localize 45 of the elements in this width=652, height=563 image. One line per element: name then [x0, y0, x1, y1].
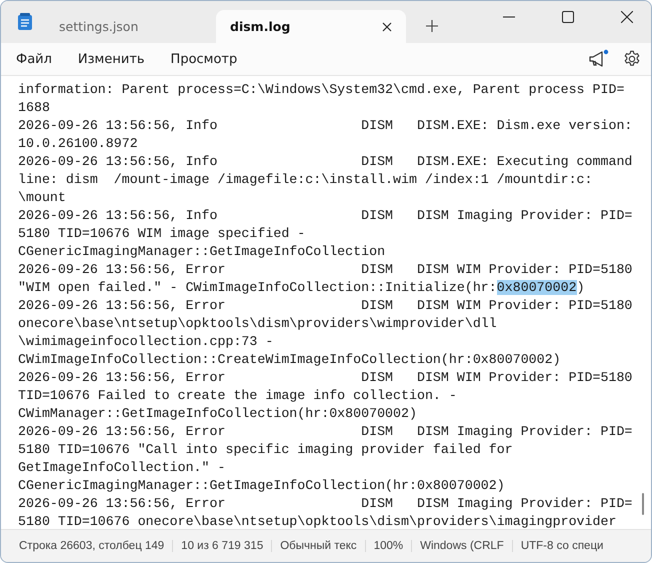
file-tab[interactable]: dism.log — [216, 10, 406, 43]
log-line: onecore\base\ntsetup\opktools\dism\providers\wimprovider\dll — [18, 315, 497, 333]
status-item: Строка 26603, столбец 149 — [11, 540, 174, 552]
log-line: 2026-09-26 13:56:56, Error DISM DISM WIM Provider: PID=5180 — [18, 297, 632, 315]
log-line: 10.0.26100.8972 — [18, 135, 138, 153]
megaphone-icon[interactable] — [587, 49, 609, 69]
status-item: Windows (CRLF — [412, 540, 513, 552]
log-line: GetImageInfoCollection." - — [18, 459, 226, 477]
status-item: 10 из 6 719 315 — [173, 540, 272, 552]
log-line: CGenericImagingManager::GetImageInfoCollection — [18, 243, 386, 261]
log-line: information: Parent process=C:\Windows\System32\cmd.exe, Parent process PID= — [18, 81, 624, 99]
log-line: TID=10676 Failed to create the image info collection. - — [18, 387, 457, 405]
text-selection: 0x80070002 — [496, 280, 577, 295]
log-line: 5180 TID=10676 "Call into specific imaging provider failed for — [18, 441, 513, 459]
log-line: \mount — [18, 189, 66, 207]
file-tab[interactable]: settings.json — [45, 10, 200, 43]
log-line: 5180 TID=10676 WIM image specified - — [18, 225, 306, 243]
log-line: 2026-09-26 13:56:56, Error DISM DISM WIM Provider: PID=5180 — [18, 261, 632, 279]
close-tab-icon[interactable] — [382, 22, 392, 32]
scrollbar-thumb[interactable] — [642, 493, 644, 515]
log-line: 2026-09-26 13:56:56, Error DISM DISM WIM Provider: PID=5180 — [18, 369, 632, 387]
log-line: 2026-09-26 13:56:56, Error DISM DISM Imaging Provider: PID= — [18, 423, 632, 441]
status-item: UTF-8 со специ — [520, 540, 604, 552]
log-line: CWimImageInfoCollection::CreateWimImageInfoCollection(hr:0x80070002) — [18, 351, 561, 369]
status-item: 100% — [366, 540, 412, 552]
log-line: 1688 — [18, 99, 50, 117]
close-icon[interactable] — [621, 11, 633, 23]
log-line: CGenericImagingManager::GetImageInfoCollection(hr:0x80070002) — [18, 477, 505, 495]
log-line: line: dism /mount-image /imagefile:c:\install.wim /index:1 /mountdir:c: — [18, 171, 593, 189]
log-line: \wimimageinfocollection.cpp:73 - — [18, 333, 274, 351]
log-line: 2026-09-26 13:56:56, Info DISM DISM Imaging Provider: PID= — [18, 207, 632, 225]
menu-item[interactable]: Просмотр — [162, 48, 246, 70]
log-line: CWimManager::GetImageInfoCollection(hr:0x80070002) — [18, 405, 417, 423]
log-line: 2026-09-26 13:56:56, Info DISM DISM.EXE: Executing command — [18, 153, 632, 171]
maximize-icon[interactable] — [562, 11, 574, 23]
log-line: 2026-09-26 13:56:56, Error DISM DISM Imaging Provider: PID= — [18, 495, 632, 513]
notepad-icon — [17, 13, 33, 31]
new-tab-icon[interactable] — [426, 20, 438, 32]
menu-item[interactable]: Файл — [7, 48, 61, 70]
menu-item[interactable]: Изменить — [68, 48, 154, 70]
log-line: 2026-09-26 13:56:56, Info DISM DISM.EXE: Dism.exe version: — [18, 117, 632, 135]
log-line: "WIM open failed." - CWimImageInfoCollection::Initialize(hr:0x80070002) — [18, 279, 585, 297]
status-item: Обычный текс — [272, 540, 366, 552]
log-line: 5180 TID=10676 onecore\base\ntsetup\opktools\dism\providers\imagingprovider — [18, 513, 616, 529]
settings-icon[interactable] — [623, 50, 641, 68]
